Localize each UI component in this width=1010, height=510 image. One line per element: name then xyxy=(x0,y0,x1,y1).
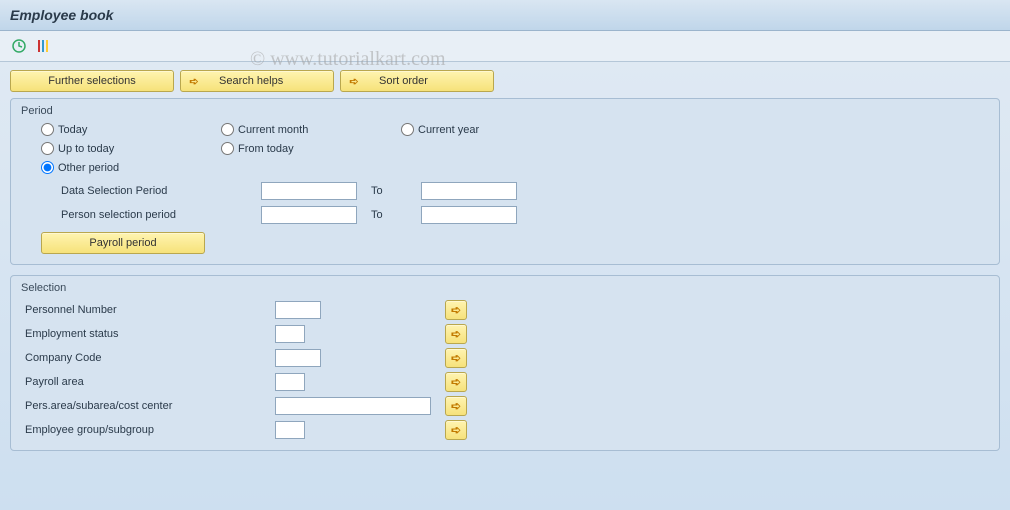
page-title: Employee book xyxy=(10,7,113,23)
employee-group-multi-button[interactable]: ➪ xyxy=(445,420,467,440)
employment-status-label: Employment status xyxy=(25,328,275,340)
payroll-area-multi-button[interactable]: ➪ xyxy=(445,372,467,392)
personnel-number-multi-button[interactable]: ➪ xyxy=(445,300,467,320)
data-selection-period-label: Data Selection Period xyxy=(61,185,261,197)
execute-icon[interactable] xyxy=(10,37,28,55)
to-label-2: To xyxy=(371,209,421,221)
further-selections-label: Further selections xyxy=(48,75,135,87)
radio-from-today[interactable]: From today xyxy=(221,142,401,155)
arrow-right-icon: ➪ xyxy=(451,303,461,317)
radio-other-period-label: Other period xyxy=(58,162,119,174)
period-group: Period Today Current month Current year … xyxy=(10,98,1000,265)
to-label-1: To xyxy=(371,185,421,197)
search-helps-label: Search helps xyxy=(219,75,283,87)
radio-current-year[interactable]: Current year xyxy=(401,123,581,136)
app-toolbar xyxy=(0,31,1010,62)
period-radio-grid: Today Current month Current year Up to t… xyxy=(41,123,989,174)
radio-current-month[interactable]: Current month xyxy=(221,123,401,136)
sort-order-label: Sort order xyxy=(379,75,428,87)
content-area: Further selections ➪ Search helps ➪ Sort… xyxy=(0,62,1010,510)
arrow-right-icon: ➪ xyxy=(451,375,461,389)
sort-order-button[interactable]: ➪ Sort order xyxy=(340,70,494,92)
period-date-inputs: Data Selection Period To Person selectio… xyxy=(61,182,989,224)
arrow-right-icon: ➪ xyxy=(451,423,461,437)
radio-from-today-input[interactable] xyxy=(221,142,234,155)
person-selection-period-label: Person selection period xyxy=(61,209,261,221)
radio-other-period[interactable]: Other period xyxy=(41,161,581,174)
radio-from-today-label: From today xyxy=(238,143,294,155)
arrow-right-icon: ➪ xyxy=(451,351,461,365)
selection-button-bar: Further selections ➪ Search helps ➪ Sort… xyxy=(10,70,1000,92)
radio-other-period-input[interactable] xyxy=(41,161,54,174)
payroll-area-label: Payroll area xyxy=(25,376,275,388)
radio-today[interactable]: Today xyxy=(41,123,221,136)
arrow-right-icon: ➪ xyxy=(187,74,201,88)
personnel-number-input[interactable] xyxy=(275,301,321,319)
radio-current-month-label: Current month xyxy=(238,124,308,136)
pers-area-multi-button[interactable]: ➪ xyxy=(445,396,467,416)
arrow-right-icon: ➪ xyxy=(451,327,461,341)
employee-group-input[interactable] xyxy=(275,421,305,439)
further-selections-button[interactable]: Further selections xyxy=(10,70,174,92)
radio-up-to-today-input[interactable] xyxy=(41,142,54,155)
payroll-period-label: Payroll period xyxy=(89,237,156,249)
employment-status-multi-button[interactable]: ➪ xyxy=(445,324,467,344)
person-selection-from-input[interactable] xyxy=(261,206,357,224)
employment-status-input[interactable] xyxy=(275,325,305,343)
radio-up-to-today[interactable]: Up to today xyxy=(41,142,221,155)
employee-group-label: Employee group/subgroup xyxy=(25,424,275,436)
payroll-area-input[interactable] xyxy=(275,373,305,391)
radio-current-year-input[interactable] xyxy=(401,123,414,136)
selection-grid: Personnel Number ➪ Employment status ➪ C… xyxy=(25,300,989,440)
arrow-right-icon: ➪ xyxy=(451,399,461,413)
company-code-input[interactable] xyxy=(275,349,321,367)
radio-up-to-today-label: Up to today xyxy=(58,143,114,155)
personnel-number-label: Personnel Number xyxy=(25,304,275,316)
person-selection-to-input[interactable] xyxy=(421,206,517,224)
payroll-period-button[interactable]: Payroll period xyxy=(41,232,205,254)
radio-today-input[interactable] xyxy=(41,123,54,136)
data-selection-from-input[interactable] xyxy=(261,182,357,200)
company-code-multi-button[interactable]: ➪ xyxy=(445,348,467,368)
selection-group-title: Selection xyxy=(21,282,989,294)
radio-current-month-input[interactable] xyxy=(221,123,234,136)
arrow-right-icon: ➪ xyxy=(347,74,361,88)
selection-group: Selection Personnel Number ➪ Employment … xyxy=(10,275,1000,451)
title-bar: Employee book xyxy=(0,0,1010,31)
radio-current-year-label: Current year xyxy=(418,124,479,136)
pers-area-input[interactable] xyxy=(275,397,431,415)
pers-area-label: Pers.area/subarea/cost center xyxy=(25,400,275,412)
variant-icon[interactable] xyxy=(34,37,52,55)
search-helps-button[interactable]: ➪ Search helps xyxy=(180,70,334,92)
period-group-title: Period xyxy=(21,105,989,117)
radio-today-label: Today xyxy=(58,124,87,136)
data-selection-to-input[interactable] xyxy=(421,182,517,200)
company-code-label: Company Code xyxy=(25,352,275,364)
